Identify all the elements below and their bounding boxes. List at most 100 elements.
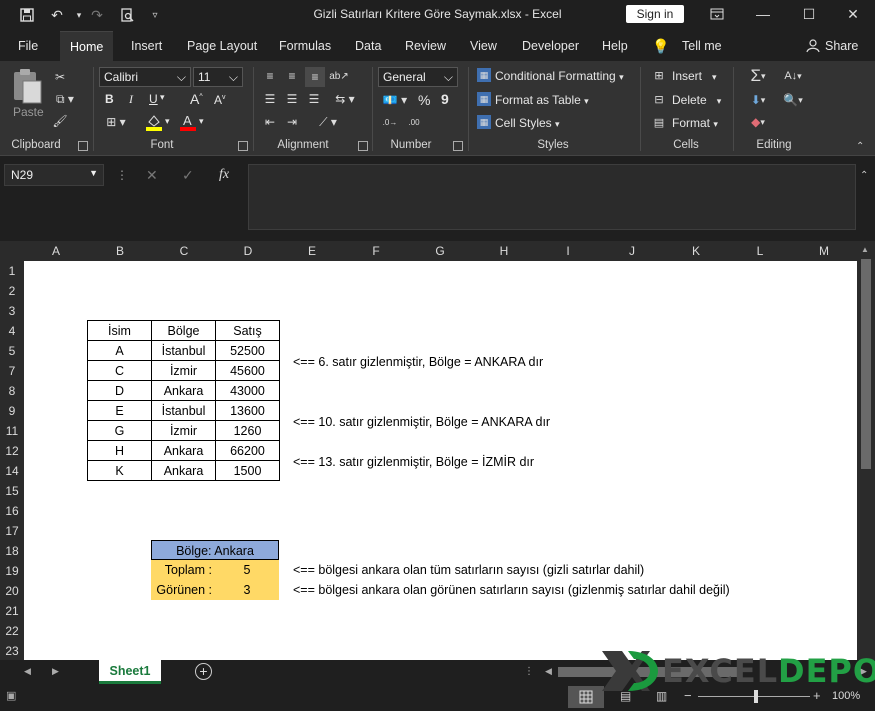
copy-icon[interactable]: ⧉ ▾ bbox=[52, 91, 78, 107]
align-bottom-icon[interactable]: ≡ bbox=[305, 67, 325, 87]
table-cell[interactable]: İstanbul bbox=[151, 340, 216, 361]
italic-button[interactable]: I bbox=[129, 92, 133, 107]
summary-total-label[interactable]: Toplam : bbox=[151, 560, 215, 580]
save-icon[interactable] bbox=[16, 4, 38, 26]
zoom-in-icon[interactable]: + bbox=[813, 688, 821, 703]
formula-input[interactable] bbox=[248, 164, 856, 230]
redo-icon[interactable]: ↷ bbox=[86, 4, 108, 26]
align-middle-icon[interactable]: ≡ bbox=[284, 69, 300, 83]
find-select-icon[interactable]: 🔍 ▾ bbox=[779, 92, 807, 108]
sheet-tab-sheet1[interactable]: Sheet1 bbox=[99, 660, 161, 684]
macro-record-icon[interactable]: ▣ bbox=[6, 689, 16, 702]
row-header-3[interactable]: 3 bbox=[0, 301, 24, 321]
table-header-cell[interactable]: Satış bbox=[215, 320, 280, 341]
column-header-c[interactable]: C bbox=[152, 241, 216, 261]
row-header-22[interactable]: 22 bbox=[0, 621, 24, 641]
note-row5[interactable]: <== 6. satır gizlenmiştir, Bölge = ANKAR… bbox=[293, 352, 543, 372]
cancel-icon[interactable]: ✕ bbox=[146, 167, 158, 184]
fill-dropdown-icon[interactable]: ▾ bbox=[165, 116, 170, 127]
tab-insert[interactable]: Insert bbox=[121, 31, 172, 61]
collapse-ribbon-icon[interactable]: ⌃ bbox=[856, 141, 864, 152]
cut-icon[interactable]: ✂ bbox=[52, 69, 68, 85]
column-header-k[interactable]: K bbox=[664, 241, 728, 261]
underline-button[interactable]: U bbox=[149, 92, 158, 106]
increase-indent-icon[interactable]: ⇥ bbox=[284, 115, 300, 129]
close-icon[interactable]: ✕ bbox=[830, 0, 875, 28]
tab-developer[interactable]: Developer bbox=[512, 31, 589, 61]
summary-visible-value[interactable]: 3 bbox=[215, 580, 279, 600]
insert-function-button[interactable]: fx bbox=[219, 167, 229, 183]
format-cells-button[interactable]: Format ▾ bbox=[672, 116, 718, 130]
table-header-cell[interactable]: Bölge bbox=[151, 320, 216, 341]
font-color-icon[interactable]: A bbox=[180, 113, 196, 131]
table-cell[interactable]: A bbox=[87, 340, 152, 361]
sign-in-button[interactable]: Sign in bbox=[626, 5, 684, 23]
table-cell[interactable]: Ankara bbox=[151, 440, 216, 461]
conditional-formatting-button[interactable]: Conditional Formatting ▾ bbox=[495, 69, 624, 83]
decrease-indent-icon[interactable]: ⇤ bbox=[262, 115, 278, 129]
table-cell[interactable]: İstanbul bbox=[151, 400, 216, 421]
prev-sheet-icon[interactable]: ◀ bbox=[24, 666, 31, 677]
row-header-5[interactable]: 5 bbox=[0, 341, 24, 361]
page-break-view-icon[interactable]: ▥ bbox=[656, 689, 667, 703]
fill-color-icon[interactable] bbox=[146, 113, 162, 131]
horizontal-scroll-thumb[interactable] bbox=[558, 667, 738, 677]
worksheet-grid[interactable]: İsim Bölge Satış A İstanbul 52500 C İzmir 45600 D… bbox=[24, 261, 857, 660]
scroll-up-icon[interactable]: ▲ bbox=[861, 245, 869, 254]
format-as-table-icon[interactable]: ▦ bbox=[477, 92, 491, 106]
alignment-launcher-icon[interactable] bbox=[358, 141, 368, 151]
table-cell[interactable]: Ankara bbox=[151, 380, 216, 401]
note-row14[interactable]: <== 13. satır gizlenmiştir, Bölge = İZMİ… bbox=[293, 452, 534, 472]
enter-icon[interactable]: ✓ bbox=[182, 167, 194, 184]
clear-icon[interactable]: ◆ ▾ bbox=[743, 114, 773, 130]
table-cell[interactable]: G bbox=[87, 420, 152, 441]
row-header-17[interactable]: 17 bbox=[0, 521, 24, 541]
row-header-12[interactable]: 12 bbox=[0, 441, 24, 461]
cell-styles-button[interactable]: Cell Styles ▾ bbox=[495, 116, 560, 130]
underline-dropdown-icon[interactable]: ▾ bbox=[160, 92, 165, 103]
row-header-11[interactable]: 11 bbox=[0, 421, 24, 441]
scroll-left-icon[interactable]: ◀ bbox=[545, 666, 552, 677]
column-header-i[interactable]: I bbox=[536, 241, 600, 261]
orientation-icon[interactable]: ab↗ bbox=[329, 67, 349, 85]
row-header-9[interactable]: 9 bbox=[0, 401, 24, 421]
row-header-2[interactable]: 2 bbox=[0, 281, 24, 301]
zoom-level[interactable]: 100% bbox=[832, 690, 860, 702]
wrap-text-icon[interactable]: ⇆ ▾ bbox=[331, 91, 359, 107]
font-name-combo[interactable]: Calibri ⌵ bbox=[99, 67, 191, 87]
table-cell[interactable]: E bbox=[87, 400, 152, 421]
column-header-b[interactable]: B bbox=[88, 241, 152, 261]
tab-file[interactable]: File bbox=[8, 31, 48, 61]
next-sheet-icon[interactable]: ▶ bbox=[52, 666, 59, 677]
table-header-cell[interactable]: İsim bbox=[87, 320, 152, 341]
undo-icon[interactable]: ↶ bbox=[46, 4, 68, 26]
zoom-out-icon[interactable]: − bbox=[684, 688, 692, 703]
print-preview-icon[interactable] bbox=[116, 4, 138, 26]
column-header-m[interactable]: M bbox=[792, 241, 856, 261]
table-cell[interactable]: İzmir bbox=[151, 360, 216, 381]
name-box[interactable]: N29 ▼ bbox=[4, 164, 104, 186]
table-cell[interactable]: H bbox=[87, 440, 152, 461]
row-header-14[interactable]: 14 bbox=[0, 461, 24, 481]
number-format-combo[interactable]: General ⌵ bbox=[378, 67, 458, 87]
column-header-f[interactable]: F bbox=[344, 241, 408, 261]
row-header-18[interactable]: 18 bbox=[0, 541, 24, 561]
increase-decimal-icon[interactable]: .0→ bbox=[381, 114, 399, 130]
tab-data[interactable]: Data bbox=[345, 31, 391, 61]
paste-icon[interactable] bbox=[10, 67, 46, 107]
cell-styles-icon[interactable]: ▦ bbox=[477, 115, 491, 129]
ribbon-display-icon[interactable] bbox=[694, 0, 740, 28]
insert-cells-icon[interactable]: ⊞ bbox=[652, 68, 666, 82]
decrease-decimal-icon[interactable]: .00 bbox=[405, 114, 423, 130]
add-sheet-icon[interactable]: + bbox=[195, 663, 212, 680]
row-header-7[interactable]: 7 bbox=[0, 361, 24, 381]
vertical-scroll-thumb[interactable] bbox=[861, 259, 871, 469]
table-cell[interactable]: 13600 bbox=[215, 400, 280, 421]
delete-cells-icon[interactable]: ⊟ bbox=[652, 92, 666, 106]
share-button[interactable]: Share bbox=[815, 31, 868, 61]
align-left-icon[interactable]: ☰ bbox=[262, 92, 278, 106]
insert-cells-button[interactable]: Insert ▾ bbox=[672, 69, 717, 83]
comma-style-button[interactable]: 9 bbox=[441, 91, 449, 107]
increase-font-icon[interactable]: A^ bbox=[190, 91, 203, 107]
currency-icon[interactable]: 💶 ▾ bbox=[382, 92, 408, 108]
